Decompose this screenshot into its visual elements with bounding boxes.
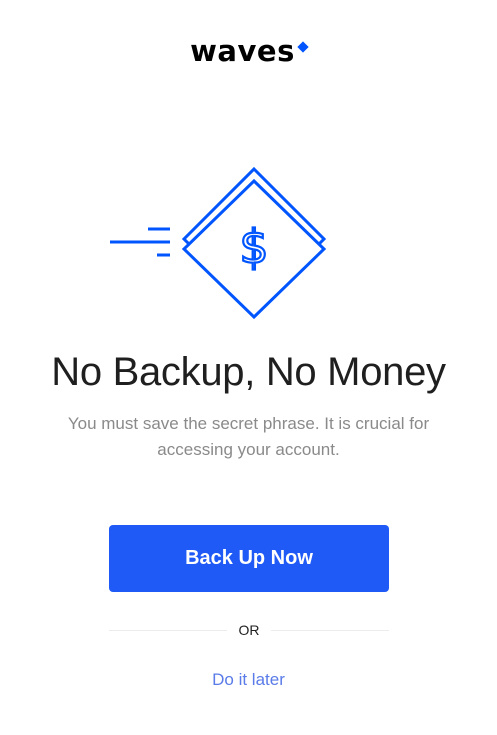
dollar-symbol: $ [239, 220, 268, 274]
logo-text: waves [190, 34, 295, 68]
divider-line-right [271, 630, 389, 631]
do-it-later-link[interactable]: Do it later [0, 670, 497, 690]
page-title: No Backup, No Money [51, 350, 446, 394]
speed-lines [110, 227, 170, 257]
or-divider: OR [109, 620, 389, 640]
waves-logo: waves [0, 34, 497, 74]
back-up-now-button[interactable]: Back Up Now [109, 525, 389, 592]
page-subtitle: You must save the secret phrase. It is c… [67, 414, 430, 459]
logo-diamond-icon [297, 41, 309, 53]
money-diamond-icon: $ [105, 166, 335, 326]
